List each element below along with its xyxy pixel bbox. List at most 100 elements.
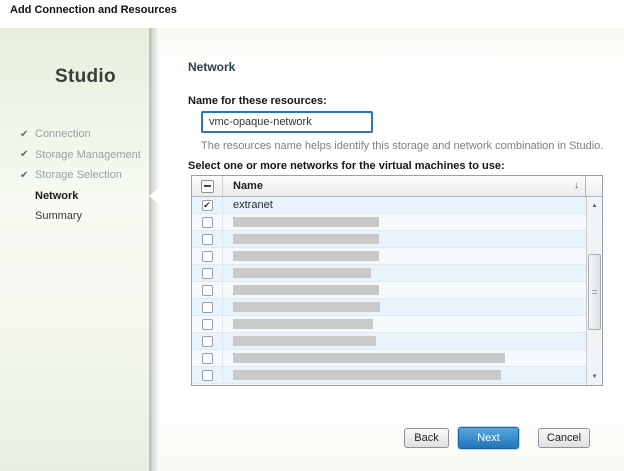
network-name-cell xyxy=(223,214,379,230)
networks-table-body: ✔ extranet xyxy=(192,197,586,385)
network-name: extranet xyxy=(233,199,273,211)
add-connection-and-resources-window: Add Connection and Resources Studio ✔ Con… xyxy=(0,0,624,471)
step-label: Network xyxy=(35,189,79,202)
wizard-content-panel: Network Name for these resources: The re… xyxy=(160,28,624,471)
network-name-cell xyxy=(223,316,373,332)
wizard-step-storage-selection: ✔ Storage Selection xyxy=(20,165,141,186)
row-checkbox[interactable] xyxy=(201,233,213,245)
table-row[interactable] xyxy=(192,316,586,333)
select-networks-label: Select one or more networks for the virt… xyxy=(188,160,505,172)
step-label: Summary xyxy=(35,210,83,223)
resources-name-help: The resources name helps identify this s… xyxy=(201,140,604,152)
step-label: Storage Selection xyxy=(35,169,122,182)
indeterminate-icon xyxy=(203,185,211,187)
vertical-scrollbar[interactable]: ▲ ▼ xyxy=(586,197,602,385)
scrollbar-thumb[interactable] xyxy=(588,254,601,330)
row-checkbox[interactable] xyxy=(201,318,213,330)
table-row[interactable] xyxy=(192,231,586,248)
row-checkbox-cell xyxy=(192,316,223,332)
cancel-button[interactable]: Cancel xyxy=(538,428,590,448)
table-row[interactable] xyxy=(192,248,586,265)
row-checkbox-cell xyxy=(192,214,223,230)
redacted-network-name xyxy=(233,285,379,295)
network-name-cell xyxy=(223,367,501,383)
row-checkbox[interactable] xyxy=(201,301,213,313)
row-checkbox-cell xyxy=(192,367,223,383)
wizard-step-network: Network xyxy=(20,186,141,207)
select-all-checkbox[interactable] xyxy=(200,179,214,193)
step-label: Connection xyxy=(35,128,91,141)
step-label: Storage Management xyxy=(35,148,141,161)
networks-table: Name ↓ ✔ extranet ▲ ▼ xyxy=(191,175,603,386)
wizard-sidebar: Studio ✔ Connection ✔ Storage Management ✔ St… xyxy=(0,28,152,471)
network-name-cell xyxy=(223,299,380,315)
step-done-check-icon: ✔ xyxy=(20,149,29,161)
table-row[interactable] xyxy=(192,384,586,385)
row-checkbox-cell xyxy=(192,384,223,385)
table-row[interactable] xyxy=(192,265,586,282)
current-step-pointer xyxy=(149,187,160,205)
row-checkbox-checked[interactable]: ✔ xyxy=(201,199,213,211)
redacted-network-name xyxy=(233,353,505,363)
wizard-step-connection: ✔ Connection xyxy=(20,124,141,145)
table-row[interactable]: ✔ extranet xyxy=(192,197,586,214)
network-name-cell xyxy=(223,282,379,298)
sort-down-icon[interactable]: ↓ xyxy=(574,176,579,196)
panel-divider xyxy=(149,28,160,471)
row-checkbox[interactable] xyxy=(201,352,213,364)
row-checkbox-cell xyxy=(192,265,223,281)
page-title: Network xyxy=(188,60,236,74)
redacted-network-name xyxy=(233,268,371,278)
resources-name-label: Name for these resources: xyxy=(188,95,327,107)
wizard-step-summary: Summary xyxy=(20,206,141,227)
table-row[interactable] xyxy=(192,214,586,231)
table-row[interactable] xyxy=(192,367,586,384)
row-checkbox-cell xyxy=(192,231,223,247)
scroll-up-icon[interactable]: ▲ xyxy=(587,198,602,213)
redacted-network-name xyxy=(233,234,379,244)
window-title: Add Connection and Resources xyxy=(10,4,177,16)
network-name-cell xyxy=(223,231,379,247)
row-checkbox[interactable] xyxy=(201,250,213,262)
table-row[interactable] xyxy=(192,333,586,350)
network-name-cell xyxy=(223,248,379,264)
redacted-network-name xyxy=(233,319,373,329)
network-name-cell xyxy=(223,350,505,366)
row-checkbox[interactable] xyxy=(201,216,213,228)
studio-logo: Studio xyxy=(55,66,116,87)
network-name-cell xyxy=(223,384,499,385)
resources-name-input[interactable] xyxy=(201,111,373,133)
redacted-network-name xyxy=(233,302,380,312)
next-button[interactable]: Next xyxy=(458,427,519,449)
row-checkbox[interactable] xyxy=(201,335,213,347)
name-column-header[interactable]: Name xyxy=(233,176,263,196)
step-done-check-icon: ✔ xyxy=(20,169,29,181)
redacted-network-name xyxy=(233,217,379,227)
row-checkbox-cell xyxy=(192,282,223,298)
row-checkbox-cell xyxy=(192,350,223,366)
row-checkbox[interactable] xyxy=(201,284,213,296)
redacted-network-name xyxy=(233,370,501,380)
redacted-network-name xyxy=(233,336,376,346)
networks-table-header: Name ↓ xyxy=(192,176,602,197)
row-checkbox-cell xyxy=(192,333,223,349)
row-checkbox-cell xyxy=(192,248,223,264)
step-done-check-icon: ✔ xyxy=(20,128,29,140)
select-all-cell xyxy=(192,176,223,196)
wizard-steps: ✔ Connection ✔ Storage Management ✔ Storage S… xyxy=(20,124,141,227)
row-checkbox[interactable] xyxy=(201,369,213,381)
table-row[interactable] xyxy=(192,282,586,299)
scroll-down-icon[interactable]: ▼ xyxy=(587,369,602,384)
table-row[interactable] xyxy=(192,299,586,316)
scrollbar-thumb-grip xyxy=(591,290,597,294)
network-name-cell xyxy=(223,265,371,281)
back-button[interactable]: Back xyxy=(404,428,449,448)
redacted-network-name xyxy=(233,251,379,261)
network-name-cell xyxy=(223,333,376,349)
scrollbar-header-stub xyxy=(585,176,602,196)
row-checkbox-cell: ✔ xyxy=(192,197,223,213)
table-row[interactable] xyxy=(192,350,586,367)
row-checkbox[interactable] xyxy=(201,267,213,279)
row-checkbox-cell xyxy=(192,299,223,315)
wizard-step-storage-management: ✔ Storage Management xyxy=(20,145,141,166)
